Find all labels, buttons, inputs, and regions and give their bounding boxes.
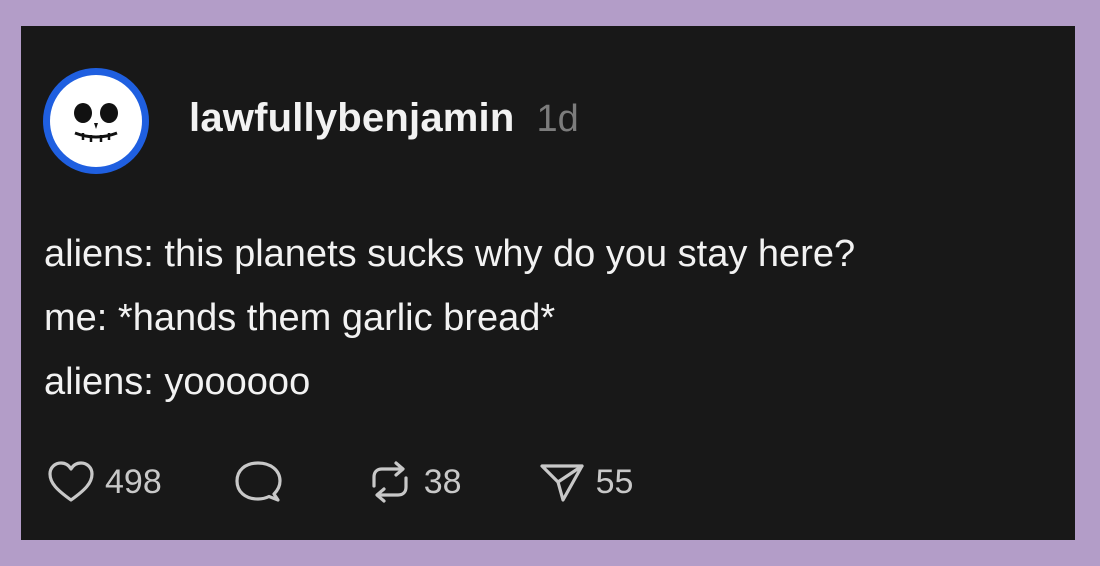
action-bar: 498 38 55 [47,458,633,506]
heart-icon [47,460,95,504]
repost-icon [366,460,414,504]
send-icon [538,460,586,504]
post-header: lawfullybenjamin 1d [43,66,579,176]
author-meta: lawfullybenjamin 1d [189,96,579,141]
repost-button[interactable]: 38 [366,460,462,504]
post-card: lawfullybenjamin 1d aliens: this planets… [21,26,1075,540]
username[interactable]: lawfullybenjamin [189,96,515,141]
reply-button[interactable] [234,460,282,504]
like-count: 498 [105,462,162,501]
repost-count: 38 [423,462,462,501]
comment-icon [234,460,282,504]
post-line: aliens: yoooooo [44,361,311,403]
timestamp: 1d [536,97,579,140]
post-line: aliens: this planets sucks why do you st… [44,233,856,275]
share-count: 55 [595,462,634,501]
like-button[interactable]: 498 [47,460,162,504]
skull-icon [50,75,142,167]
avatar[interactable] [43,68,149,174]
post-body: aliens: this planets sucks why do you st… [44,222,855,414]
post-line: me: *hands them garlic bread* [44,297,556,339]
share-button[interactable]: 55 [538,460,634,504]
